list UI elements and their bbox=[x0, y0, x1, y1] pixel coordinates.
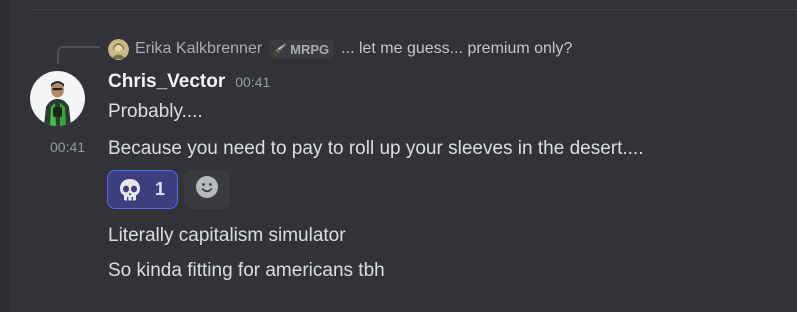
divider bbox=[30, 9, 797, 10]
reply-connector bbox=[57, 46, 100, 64]
reaction-button-skull[interactable]: 1 bbox=[107, 170, 178, 209]
line-timestamp[interactable]: 00:41 bbox=[50, 139, 85, 155]
message-timestamp[interactable]: 00:41 bbox=[235, 74, 270, 90]
smiley-face-icon bbox=[195, 175, 219, 204]
avatar[interactable] bbox=[30, 71, 85, 126]
message-line: Literally capitalism simulator bbox=[108, 225, 346, 246]
sword-icon bbox=[273, 42, 287, 56]
message-line: So kinda fitting for americans tbh bbox=[108, 260, 385, 281]
message-line: Probably.... bbox=[108, 101, 203, 122]
reaction-count: 1 bbox=[155, 179, 166, 199]
role-tag-label: MRPG bbox=[290, 41, 330, 57]
channel-sidebar-edge bbox=[0, 0, 10, 312]
chat-message-area: Erika Kalkbrenner MRPG ... let me guess.… bbox=[0, 0, 797, 312]
role-tag[interactable]: MRPG bbox=[269, 40, 334, 58]
message-author[interactable]: Chris_Vector bbox=[108, 71, 225, 93]
message-header: Chris_Vector 00:41 bbox=[108, 71, 270, 95]
reply-avatar[interactable] bbox=[108, 38, 129, 60]
reply-text[interactable]: ... let me guess... premium only? bbox=[341, 40, 572, 58]
reply-preview[interactable]: Erika Kalkbrenner MRPG ... let me guess.… bbox=[108, 38, 572, 60]
add-reaction-button[interactable] bbox=[184, 170, 230, 209]
reply-author[interactable]: Erika Kalkbrenner bbox=[135, 40, 262, 58]
skull-icon bbox=[117, 177, 143, 203]
message-line: Because you need to pay to roll up your … bbox=[108, 138, 644, 159]
